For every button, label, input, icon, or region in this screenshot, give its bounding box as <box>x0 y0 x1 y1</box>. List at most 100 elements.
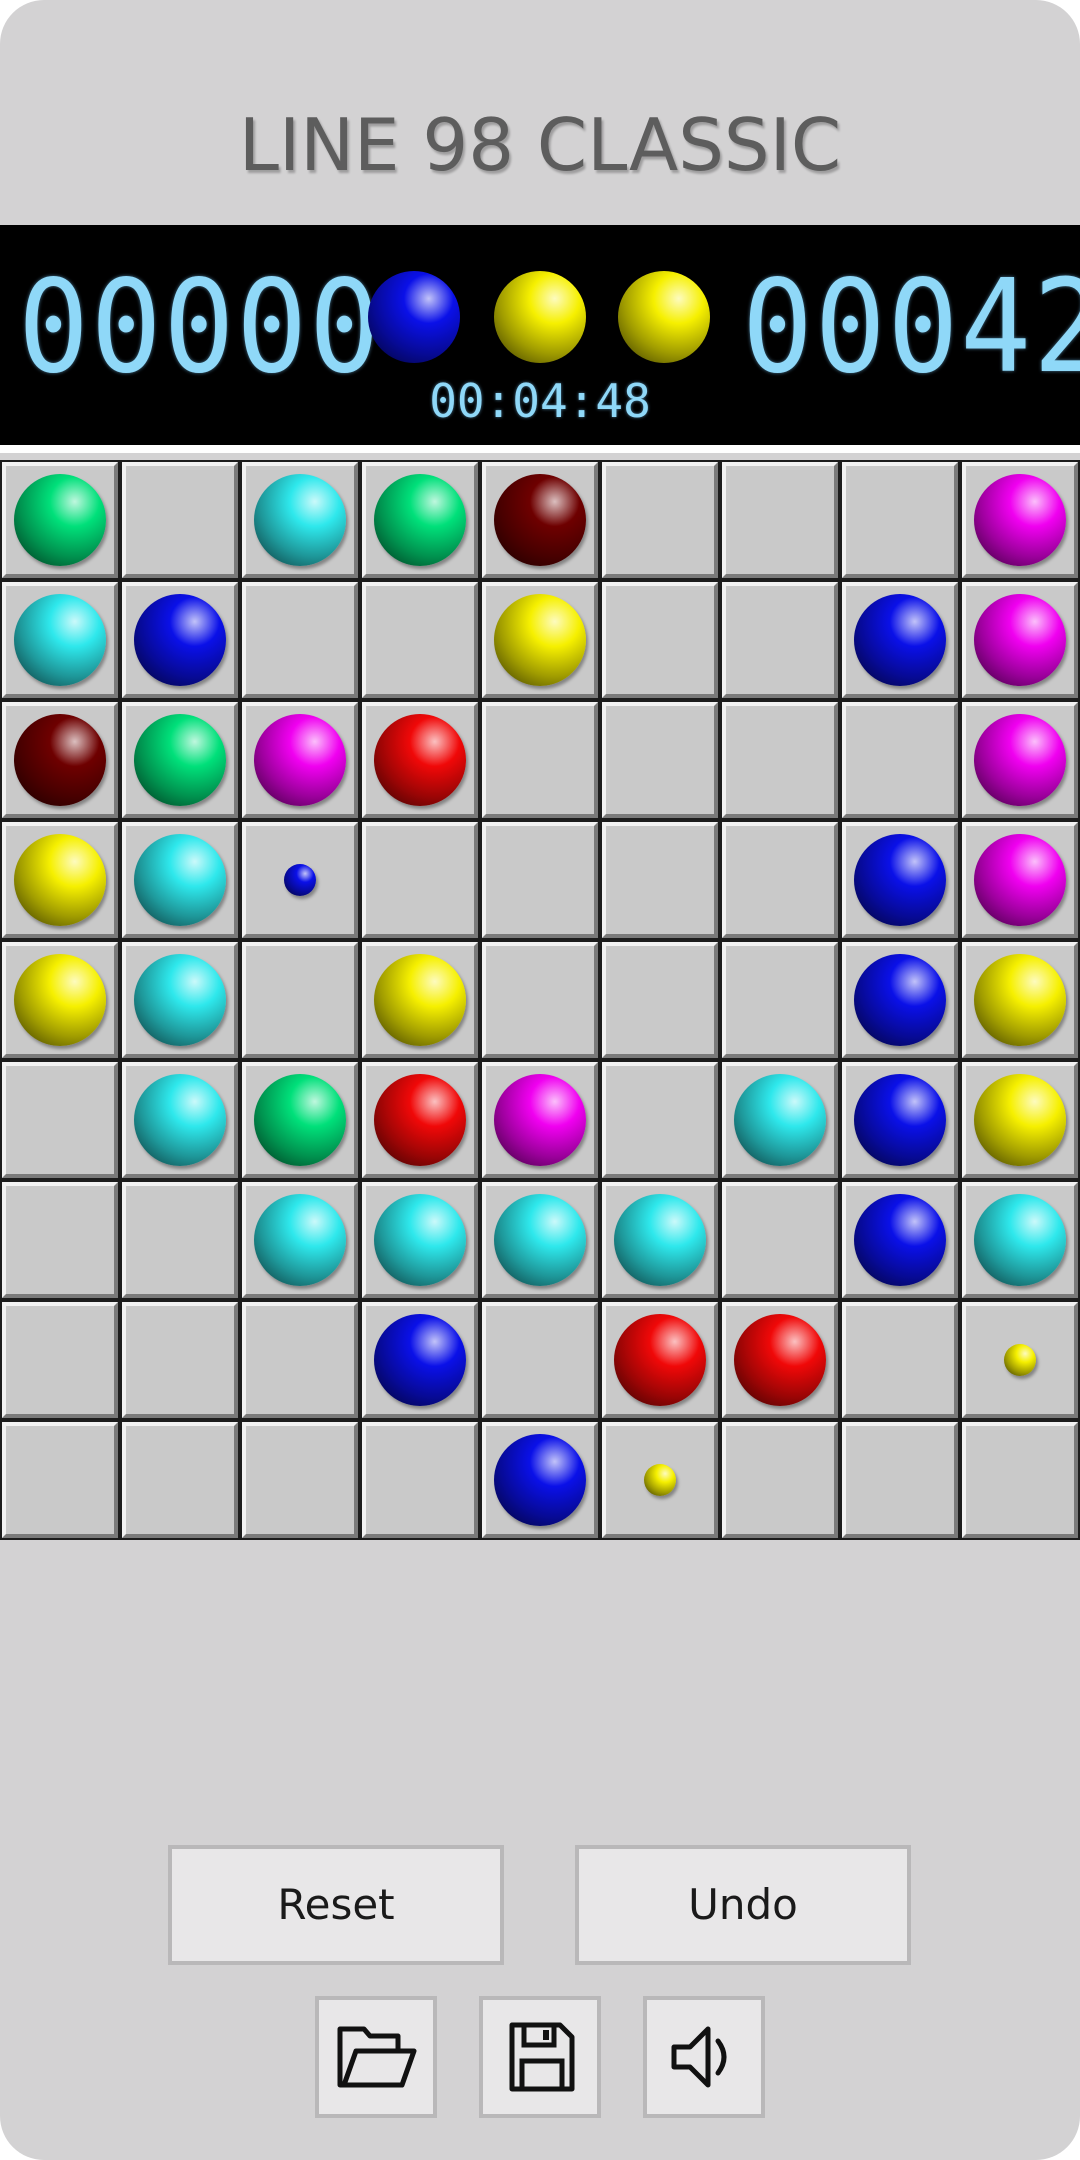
save-button[interactable] <box>479 1996 601 2118</box>
ball-yellow[interactable] <box>374 954 466 1046</box>
ball-cyan[interactable] <box>254 1194 346 1286</box>
ball-green[interactable] <box>374 474 466 566</box>
board-cell[interactable] <box>722 1302 838 1418</box>
ball-cyan[interactable] <box>134 954 226 1046</box>
board-cell[interactable] <box>722 822 838 938</box>
board-cell[interactable] <box>842 1302 958 1418</box>
board-cell[interactable] <box>842 702 958 818</box>
ball-yellow[interactable] <box>14 834 106 926</box>
ball-magenta[interactable] <box>494 1074 586 1166</box>
board-cell[interactable] <box>602 462 718 578</box>
board-cell[interactable] <box>602 702 718 818</box>
board-cell[interactable] <box>242 942 358 1058</box>
board-cell[interactable] <box>722 1062 838 1178</box>
board-cell[interactable] <box>602 582 718 698</box>
board-cell[interactable] <box>482 1302 598 1418</box>
ball-blue[interactable] <box>134 594 226 686</box>
ball-green[interactable] <box>14 474 106 566</box>
board-cell[interactable] <box>2 1302 118 1418</box>
small-ball-yellow[interactable] <box>1004 1344 1036 1376</box>
board-cell[interactable] <box>722 462 838 578</box>
board-cell[interactable] <box>122 1302 238 1418</box>
board-cell[interactable] <box>482 462 598 578</box>
board-cell[interactable] <box>842 582 958 698</box>
ball-blue[interactable] <box>374 1314 466 1406</box>
board-cell[interactable] <box>842 1422 958 1538</box>
board-cell[interactable] <box>242 462 358 578</box>
board-cell[interactable] <box>722 582 838 698</box>
board-cell[interactable] <box>242 702 358 818</box>
ball-magenta[interactable] <box>974 714 1066 806</box>
board-cell[interactable] <box>242 1182 358 1298</box>
board-cell[interactable] <box>602 1182 718 1298</box>
small-ball-blue[interactable] <box>284 864 316 896</box>
reset-button[interactable]: Reset <box>168 1845 504 1965</box>
ball-green[interactable] <box>254 1074 346 1166</box>
ball-magenta[interactable] <box>974 594 1066 686</box>
game-board[interactable] <box>0 460 1080 1540</box>
ball-red[interactable] <box>374 1074 466 1166</box>
ball-cyan[interactable] <box>494 1194 586 1286</box>
board-cell[interactable] <box>962 942 1078 1058</box>
board-cell[interactable] <box>362 1182 478 1298</box>
board-cell[interactable] <box>602 822 718 938</box>
ball-yellow[interactable] <box>974 1074 1066 1166</box>
ball-maroon[interactable] <box>494 474 586 566</box>
board-cell[interactable] <box>722 1182 838 1298</box>
board-cell[interactable] <box>122 822 238 938</box>
board-cell[interactable] <box>602 1302 718 1418</box>
board-cell[interactable] <box>962 702 1078 818</box>
ball-magenta[interactable] <box>974 834 1066 926</box>
board-cell[interactable] <box>362 942 478 1058</box>
board-cell[interactable] <box>2 702 118 818</box>
board-cell[interactable] <box>2 942 118 1058</box>
board-cell[interactable] <box>482 1182 598 1298</box>
board-cell[interactable] <box>842 942 958 1058</box>
board-cell[interactable] <box>722 942 838 1058</box>
board-cell[interactable] <box>482 702 598 818</box>
ball-blue[interactable] <box>854 1074 946 1166</box>
ball-blue[interactable] <box>854 954 946 1046</box>
board-cell[interactable] <box>602 942 718 1058</box>
board-cell[interactable] <box>482 1062 598 1178</box>
undo-button[interactable]: Undo <box>575 1845 911 1965</box>
board-cell[interactable] <box>362 462 478 578</box>
ball-cyan[interactable] <box>974 1194 1066 1286</box>
ball-blue[interactable] <box>854 1194 946 1286</box>
ball-blue[interactable] <box>854 594 946 686</box>
ball-red[interactable] <box>374 714 466 806</box>
board-cell[interactable] <box>122 702 238 818</box>
ball-blue[interactable] <box>494 1434 586 1526</box>
board-cell[interactable] <box>242 1422 358 1538</box>
board-cell[interactable] <box>602 1062 718 1178</box>
board-cell[interactable] <box>2 1062 118 1178</box>
ball-yellow[interactable] <box>14 954 106 1046</box>
board-cell[interactable] <box>482 1422 598 1538</box>
board-cell[interactable] <box>362 1062 478 1178</box>
board-cell[interactable] <box>122 462 238 578</box>
small-ball-yellow[interactable] <box>644 1464 676 1496</box>
board-cell[interactable] <box>962 1182 1078 1298</box>
board-cell[interactable] <box>482 582 598 698</box>
ball-red[interactable] <box>734 1314 826 1406</box>
board-cell[interactable] <box>122 1182 238 1298</box>
board-cell[interactable] <box>962 1422 1078 1538</box>
ball-maroon[interactable] <box>14 714 106 806</box>
board-cell[interactable] <box>2 462 118 578</box>
board-cell[interactable] <box>2 822 118 938</box>
board-cell[interactable] <box>962 462 1078 578</box>
ball-magenta[interactable] <box>974 474 1066 566</box>
board-cell[interactable] <box>122 942 238 1058</box>
board-cell[interactable] <box>362 1302 478 1418</box>
board-cell[interactable] <box>362 582 478 698</box>
board-cell[interactable] <box>962 582 1078 698</box>
ball-cyan[interactable] <box>134 834 226 926</box>
board-cell[interactable] <box>242 822 358 938</box>
board-cell[interactable] <box>362 822 478 938</box>
board-cell[interactable] <box>2 1182 118 1298</box>
board-cell[interactable] <box>122 1062 238 1178</box>
board-cell[interactable] <box>722 1422 838 1538</box>
board-cell[interactable] <box>242 1062 358 1178</box>
board-cell[interactable] <box>242 582 358 698</box>
ball-magenta[interactable] <box>254 714 346 806</box>
